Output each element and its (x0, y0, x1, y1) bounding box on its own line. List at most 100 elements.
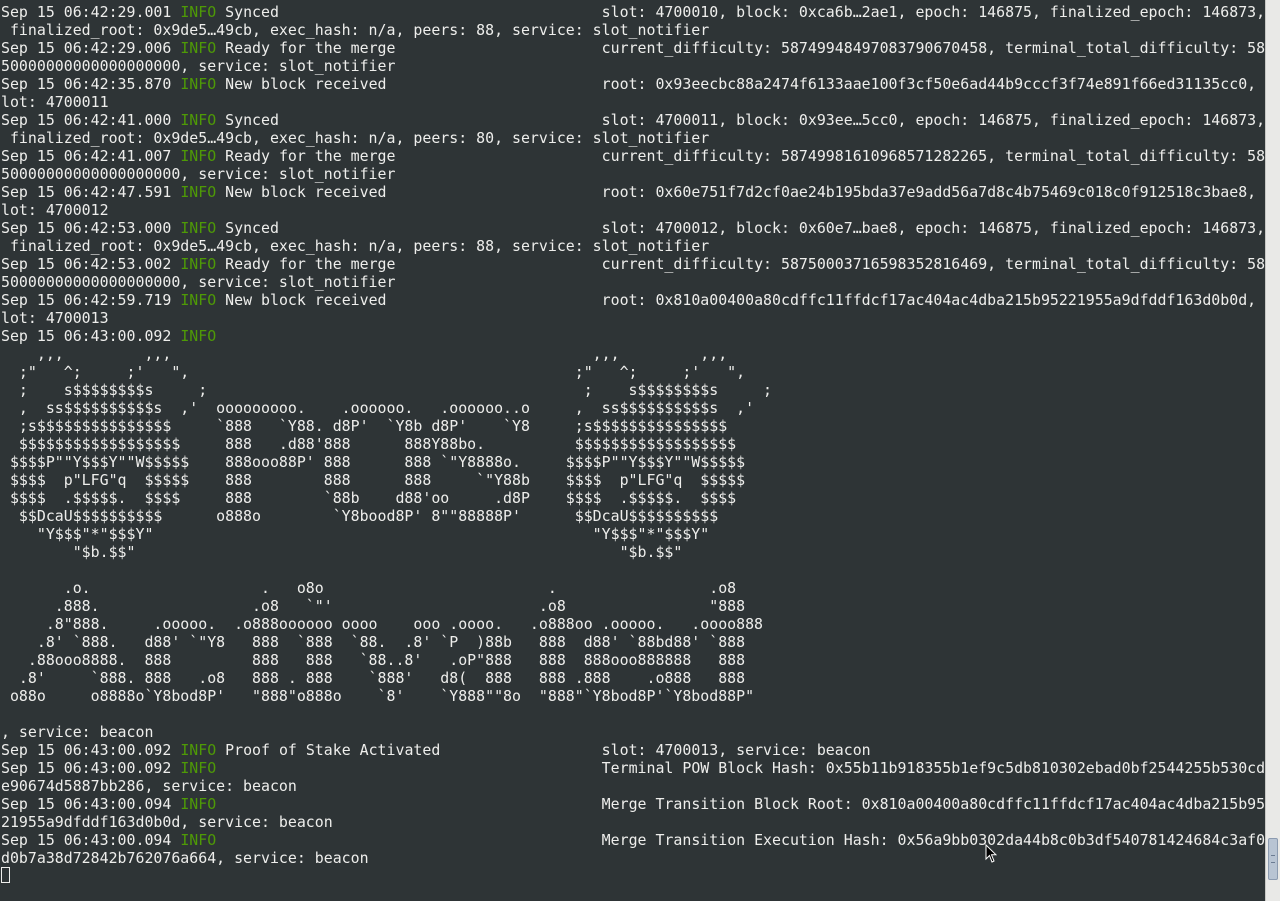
vertical-scrollbar[interactable] (1265, 0, 1280, 901)
terminal-text: New block received root: 0x810a00400a80c… (216, 291, 1265, 309)
log-level-info: INFO (180, 75, 217, 93)
terminal-line: Sep 15 06:43:00.092 INFO Terminal POW Bl… (1, 759, 1265, 777)
terminal-text: .8' `888. d88' `"Y8 888 `888 `88. .8' `P… (1, 633, 746, 651)
terminal-line: Sep 15 06:42:29.001 INFO Synced slot: 47… (1, 3, 1265, 21)
terminal-text: 50000000000000000000, service: slot_noti… (1, 57, 396, 75)
terminal-text: lot: 4700012 (1, 201, 109, 219)
terminal-window[interactable]: Sep 15 06:42:29.001 INFO Synced slot: 47… (0, 0, 1265, 901)
terminal-text: e90674d5887bb286, service: beacon (1, 777, 297, 795)
terminal-line: , service: beacon (1, 723, 1265, 741)
terminal-text: Sep 15 06:42:41.007 (1, 147, 181, 165)
terminal-line: 50000000000000000000, service: slot_noti… (1, 165, 1265, 183)
terminal-text: lot: 4700011 (1, 93, 109, 111)
terminal-line: Sep 15 06:42:35.870 INFO New block recei… (1, 75, 1265, 93)
terminal-text: New block received root: 0x93eecbc88a247… (216, 75, 1265, 93)
terminal-text: "Y$$$"*"$$$Y" "Y$$$"*"$$$Y" (1, 525, 710, 543)
terminal-output: Sep 15 06:42:29.001 INFO Synced slot: 47… (1, 3, 1265, 867)
terminal-text: , service: beacon (1, 723, 154, 741)
terminal-text: .88ooo8888. 888 888 888 `88..8' .oP"888 … (1, 651, 746, 669)
terminal-text: ,,, ,,, ,,, ,,, (1, 345, 728, 363)
log-level-info: INFO (180, 3, 217, 21)
terminal-line: $$$$$$$$$$$$$$$$$$ 888 .d88'888 888Y88bo… (1, 435, 1265, 453)
terminal-line: Sep 15 06:42:53.000 INFO Synced slot: 47… (1, 219, 1265, 237)
terminal-text: o88o o8888o`Y8bod8P' "888"o888o `8' `Y88… (1, 687, 755, 705)
terminal-line: Sep 15 06:42:47.591 INFO New block recei… (1, 183, 1265, 201)
terminal-line: .888. .o8 `"' .o8 "888 (1, 597, 1265, 615)
terminal-text: .8"888. .ooooo. .o888oooooo oooo ooo .oo… (1, 615, 764, 633)
scrollbar-thumb[interactable] (1268, 838, 1278, 880)
terminal-line: finalized_root: 0x9de5…49cb, exec_hash: … (1, 21, 1265, 39)
terminal-line: lot: 4700012 (1, 201, 1265, 219)
terminal-text: ; s$$$$$$$$s ; ; s$$$$$$$$s ; (1, 381, 772, 399)
arrow-cursor-icon (985, 844, 997, 863)
text-cursor (1, 867, 10, 883)
grip-icon (1271, 855, 1275, 863)
terminal-line: 21955a9dfddf163d0b0d, service: beacon (1, 813, 1265, 831)
terminal-line: finalized_root: 0x9de5…49cb, exec_hash: … (1, 237, 1265, 255)
terminal-text: 50000000000000000000, service: slot_noti… (1, 273, 396, 291)
terminal-line: $$$$ p"LFG"q $$$$$ 888 888 888 `"Y88b $$… (1, 471, 1265, 489)
terminal-text: $$$$ .$$$$$. $$$$ 888 `88b d88'oo .d8P $… (1, 489, 737, 507)
log-level-info: INFO (180, 39, 217, 57)
terminal-line: "$b.$$" "$b.$$" (1, 543, 1265, 561)
terminal-text: $$$$P""Y$$$Y""W$$$$$ 888ooo88P' 888 888 … (1, 453, 746, 471)
log-level-info: INFO (180, 111, 217, 129)
terminal-text: Proof of Stake Activated slot: 4700013, … (216, 741, 871, 759)
terminal-text: finalized_root: 0x9de5…49cb, exec_hash: … (1, 21, 710, 39)
terminal-line: , ss$$$$$$$$$$s ,' ooooooooo. .oooooo. .… (1, 399, 1265, 417)
terminal-line: ;" ^; ;' ", ;" ^; ;' ", (1, 363, 1265, 381)
terminal-line: Sep 15 06:42:41.000 INFO Synced slot: 47… (1, 111, 1265, 129)
terminal-text: d0b7a38d72842b762076a664, service: beaco… (1, 849, 369, 867)
terminal-line: e90674d5887bb286, service: beacon (1, 777, 1265, 795)
terminal-line: d0b7a38d72842b762076a664, service: beaco… (1, 849, 1265, 867)
log-level-info: INFO (180, 741, 217, 759)
terminal-line: Sep 15 06:42:41.007 INFO Ready for the m… (1, 147, 1265, 165)
terminal-line: finalized_root: 0x9de5…49cb, exec_hash: … (1, 129, 1265, 147)
terminal-line: ; s$$$$$$$$s ; ; s$$$$$$$$s ; (1, 381, 1265, 399)
terminal-text: Sep 15 06:42:59.719 (1, 291, 181, 309)
terminal-line: Sep 15 06:42:53.002 INFO Ready for the m… (1, 255, 1265, 273)
terminal-text: $$$$$$$$$$$$$$$$$$ 888 .d88'888 888Y88bo… (1, 435, 737, 453)
log-level-info: INFO (180, 795, 217, 813)
terminal-text: Sep 15 06:43:00.094 (1, 831, 181, 849)
terminal-text: Synced slot: 4700012, block: 0x60e7…bae8… (216, 219, 1265, 237)
terminal-text: ;" ^; ;' ", ;" ^; ;' ", (1, 363, 746, 381)
terminal-line: Sep 15 06:43:00.092 INFO (1, 327, 1265, 345)
log-level-info: INFO (180, 255, 217, 273)
terminal-text: $$$$ p"LFG"q $$$$$ 888 888 888 `"Y88b $$… (1, 471, 746, 489)
log-level-info: INFO (180, 831, 217, 849)
terminal-text: Sep 15 06:43:00.094 (1, 795, 181, 813)
log-level-info: INFO (180, 183, 217, 201)
terminal-text: $$DcaU$$$$$$$$$$ o888o `Y8bood8P' 8""888… (1, 507, 719, 525)
terminal-text: Sep 15 06:42:35.870 (1, 75, 181, 93)
terminal-line: "Y$$$"*"$$$Y" "Y$$$"*"$$$Y" (1, 525, 1265, 543)
terminal-text: Terminal POW Block Hash: 0x55b11b918355b… (216, 759, 1265, 777)
terminal-text: finalized_root: 0x9de5…49cb, exec_hash: … (1, 129, 710, 147)
terminal-text: .o. . o8o . .o8 (1, 579, 737, 597)
terminal-line: $$$$ .$$$$$. $$$$ 888 `88b d88'oo .d8P $… (1, 489, 1265, 507)
terminal-text: 50000000000000000000, service: slot_noti… (1, 165, 396, 183)
terminal-line: lot: 4700011 (1, 93, 1265, 111)
terminal-text: Sep 15 06:42:53.000 (1, 219, 181, 237)
terminal-text: New block received root: 0x60e751f7d2cf0… (216, 183, 1265, 201)
terminal-text: , ss$$$$$$$$$$s ,' ooooooooo. .oooooo. .… (1, 399, 755, 417)
terminal-text: Merge Transition Execution Hash: 0x56a9b… (216, 831, 1265, 849)
terminal-text: finalized_root: 0x9de5…49cb, exec_hash: … (1, 237, 710, 255)
log-level-info: INFO (180, 327, 217, 345)
terminal-line: Sep 15 06:43:00.094 INFO Merge Transitio… (1, 831, 1265, 849)
terminal-line: .8' `888. d88' `"Y8 888 `888 `88. .8' `P… (1, 633, 1265, 651)
terminal-text: 21955a9dfddf163d0b0d, service: beacon (1, 813, 333, 831)
log-level-info: INFO (180, 759, 217, 777)
terminal-text: Sep 15 06:43:00.092 (1, 759, 181, 777)
terminal-line: Sep 15 06:42:29.006 INFO Ready for the m… (1, 39, 1265, 57)
terminal-text: Ready for the merge current_difficulty: … (216, 255, 1265, 273)
terminal-text: Merge Transition Block Root: 0x810a00400… (216, 795, 1265, 813)
terminal-line: 50000000000000000000, service: slot_noti… (1, 57, 1265, 75)
terminal-line: .8"888. .ooooo. .o888oooooo oooo ooo .oo… (1, 615, 1265, 633)
terminal-text: Ready for the merge current_difficulty: … (216, 39, 1265, 57)
terminal-line: .8' `888. 888 .o8 888 . 888 `888' d8( 88… (1, 669, 1265, 687)
terminal-text: Synced slot: 4700010, block: 0xca6b…2ae1… (216, 3, 1265, 21)
terminal-text: Sep 15 06:42:29.006 (1, 39, 181, 57)
